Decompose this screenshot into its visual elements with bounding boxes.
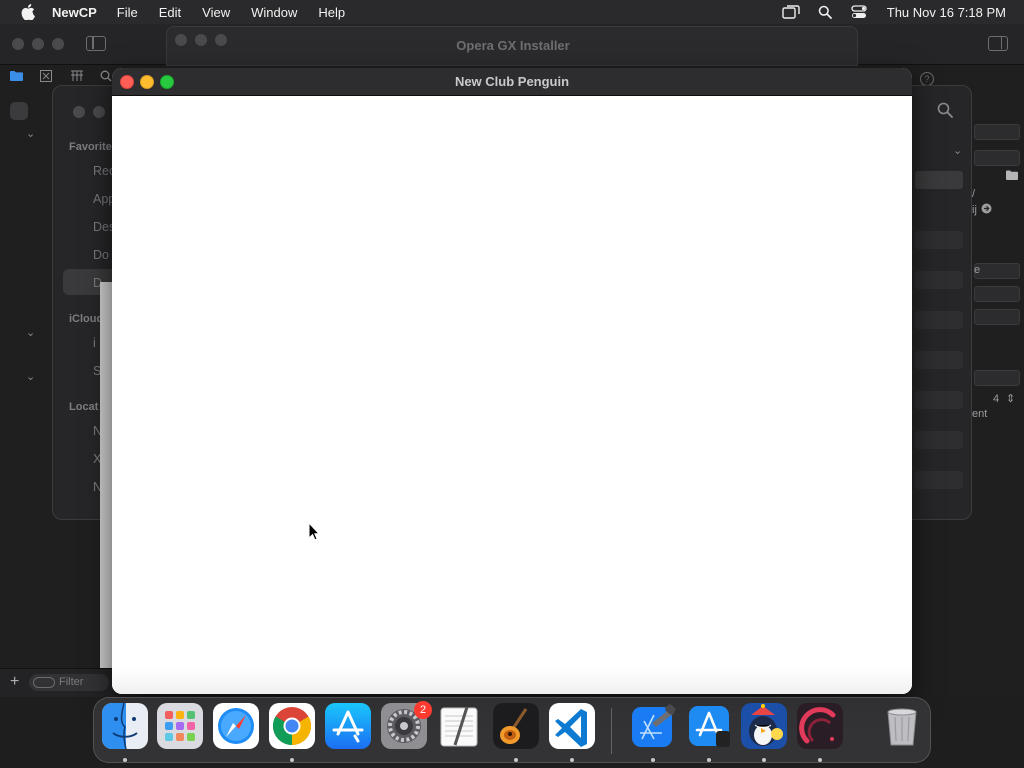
notification-badge: 2	[414, 701, 432, 719]
garageband-icon[interactable]	[493, 703, 539, 749]
chevron-down-icon[interactable]: ⌄	[26, 326, 35, 339]
sidebar-item-documents[interactable]: Do	[93, 248, 109, 262]
inactive-maximize-button[interactable]	[52, 38, 64, 50]
sidebar-toggle-icon[interactable]	[86, 36, 106, 51]
window-title-bar[interactable]: New Club Penguin	[112, 68, 912, 96]
inspector-select[interactable]	[974, 263, 1020, 279]
menu-bar: NewCP File Edit View Window Help Thu Nov…	[0, 0, 1024, 24]
app-store-icon[interactable]	[325, 703, 371, 749]
inspector-path-text: /	[972, 188, 976, 200]
navigator-filter-bar: + Filter	[0, 668, 115, 697]
inspector-item-text: ij	[972, 204, 977, 216]
dock: 2	[93, 697, 931, 763]
running-indicator	[651, 758, 655, 762]
running-indicator	[762, 758, 766, 762]
inspector-tail-text: ent	[972, 408, 988, 420]
inspector-field[interactable]	[974, 286, 1020, 302]
locations-section-label: Locat	[69, 401, 99, 413]
simulator-icon[interactable]	[686, 703, 732, 749]
visual-studio-code-icon[interactable]	[549, 703, 595, 749]
window-edge-strip	[100, 282, 112, 668]
chevron-down-icon[interactable]: ⌄	[26, 127, 35, 140]
opera-installer-title: Opera GX Installer	[456, 38, 570, 53]
running-indicator	[570, 758, 574, 762]
instruments-icon[interactable]	[797, 703, 843, 749]
trash-icon[interactable]	[879, 703, 925, 749]
apple-menu-icon[interactable]	[18, 4, 38, 20]
xcode-icon[interactable]	[630, 703, 676, 749]
help-icon[interactable]: ?	[920, 72, 934, 86]
inspector-select[interactable]	[974, 370, 1020, 386]
google-chrome-icon[interactable]	[269, 703, 315, 749]
inactive-close-button[interactable]	[12, 38, 24, 50]
menu-window[interactable]: Window	[251, 5, 297, 20]
menu-file[interactable]: File	[117, 5, 138, 20]
menu-edit[interactable]: Edit	[159, 5, 181, 20]
dock-separator	[611, 708, 612, 754]
inspector-select-value: e	[974, 264, 981, 276]
list-row[interactable]	[915, 311, 963, 329]
chevron-down-icon[interactable]: ⌄	[26, 370, 35, 383]
arrow-circle-right-icon[interactable]	[981, 203, 992, 217]
chevron-down-icon[interactable]: ⌄	[953, 144, 962, 157]
running-indicator	[290, 758, 294, 762]
search-icon[interactable]	[937, 102, 953, 123]
running-indicator	[818, 758, 822, 762]
textedit-icon[interactable]	[437, 703, 483, 749]
disclosure-button[interactable]	[10, 102, 28, 120]
safari-icon[interactable]	[213, 703, 259, 749]
inspector-stepper-value[interactable]: 4	[993, 393, 999, 405]
folder-icon[interactable]	[10, 70, 23, 84]
list-row[interactable]	[915, 271, 963, 289]
running-indicator	[514, 758, 518, 762]
running-indicator	[123, 758, 127, 762]
menu-view[interactable]: View	[202, 5, 230, 20]
game-content-area[interactable]	[112, 96, 912, 694]
filter-placeholder: Filter	[59, 676, 84, 688]
inspector-field[interactable]	[974, 309, 1020, 325]
list-row[interactable]	[915, 351, 963, 369]
list-row[interactable]	[915, 431, 963, 449]
sidebar-item-icloud-drive[interactable]: i	[93, 336, 96, 350]
content-bottom-fade	[112, 668, 912, 694]
inspector-stepper-field[interactable]	[974, 150, 1020, 166]
list-row[interactable]	[915, 471, 963, 489]
list-row[interactable]	[915, 231, 963, 249]
list-row[interactable]	[915, 391, 963, 409]
launchpad-icon[interactable]	[157, 703, 203, 749]
control-center-icon[interactable]	[849, 4, 869, 20]
opera-installer-window[interactable]: Opera GX Installer	[166, 26, 858, 66]
inspector-panel: / ij e 4 ⇕ ent	[972, 104, 1024, 464]
icloud-section-label: iCloud	[69, 313, 104, 325]
app-menu[interactable]: NewCP	[52, 5, 97, 20]
window-title: New Club Penguin	[454, 74, 570, 89]
inactive-minimize-button[interactable]	[32, 38, 44, 50]
finder-icon[interactable]	[102, 702, 148, 750]
inactive-minimize-button[interactable]	[93, 106, 105, 118]
spotlight-search-icon[interactable]	[815, 4, 835, 20]
symbol-navigator-icon[interactable]	[70, 70, 84, 85]
add-icon[interactable]: +	[10, 673, 19, 691]
new-club-penguin-icon[interactable]	[741, 703, 787, 749]
favorites-section-label: Favorite	[69, 141, 112, 153]
find-navigator-icon[interactable]	[100, 70, 112, 85]
inspector-toggle-icon[interactable]	[988, 36, 1008, 51]
screen-mirroring-icon[interactable]	[781, 4, 801, 20]
folder-icon[interactable]	[1006, 170, 1018, 183]
mouse-cursor-icon	[308, 521, 321, 546]
menu-bar-clock[interactable]: Thu Nov 16 7:18 PM	[887, 5, 1006, 20]
source-control-icon[interactable]	[40, 70, 52, 85]
running-indicator	[707, 758, 711, 762]
menu-help[interactable]: Help	[318, 5, 345, 20]
stepper-arrows-icon[interactable]: ⇕	[1006, 392, 1015, 405]
new-club-penguin-window: New Club Penguin	[112, 68, 912, 694]
list-row-selected[interactable]	[915, 171, 963, 189]
filter-input[interactable]: Filter	[29, 674, 109, 691]
filter-icon	[33, 676, 55, 688]
inspector-field[interactable]	[974, 124, 1020, 140]
inactive-close-button[interactable]	[73, 106, 85, 118]
